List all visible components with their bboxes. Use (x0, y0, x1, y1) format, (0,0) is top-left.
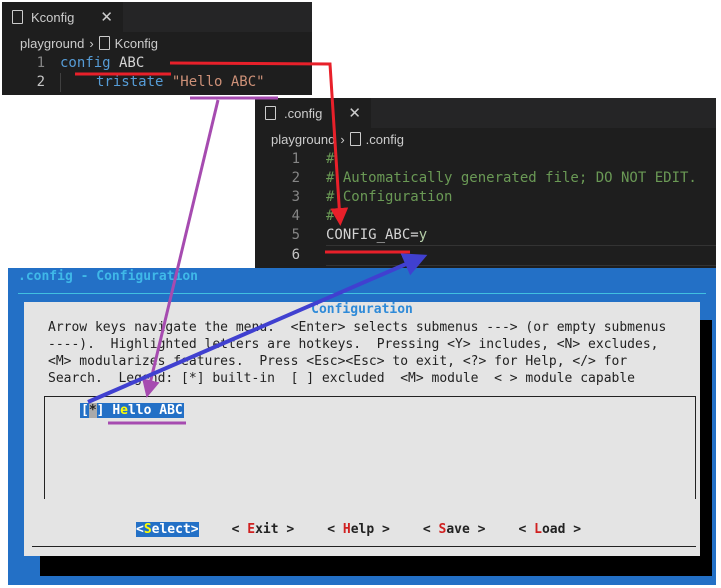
annotation-overlay (75, 61, 428, 425)
blue-arrow (87, 253, 428, 404)
